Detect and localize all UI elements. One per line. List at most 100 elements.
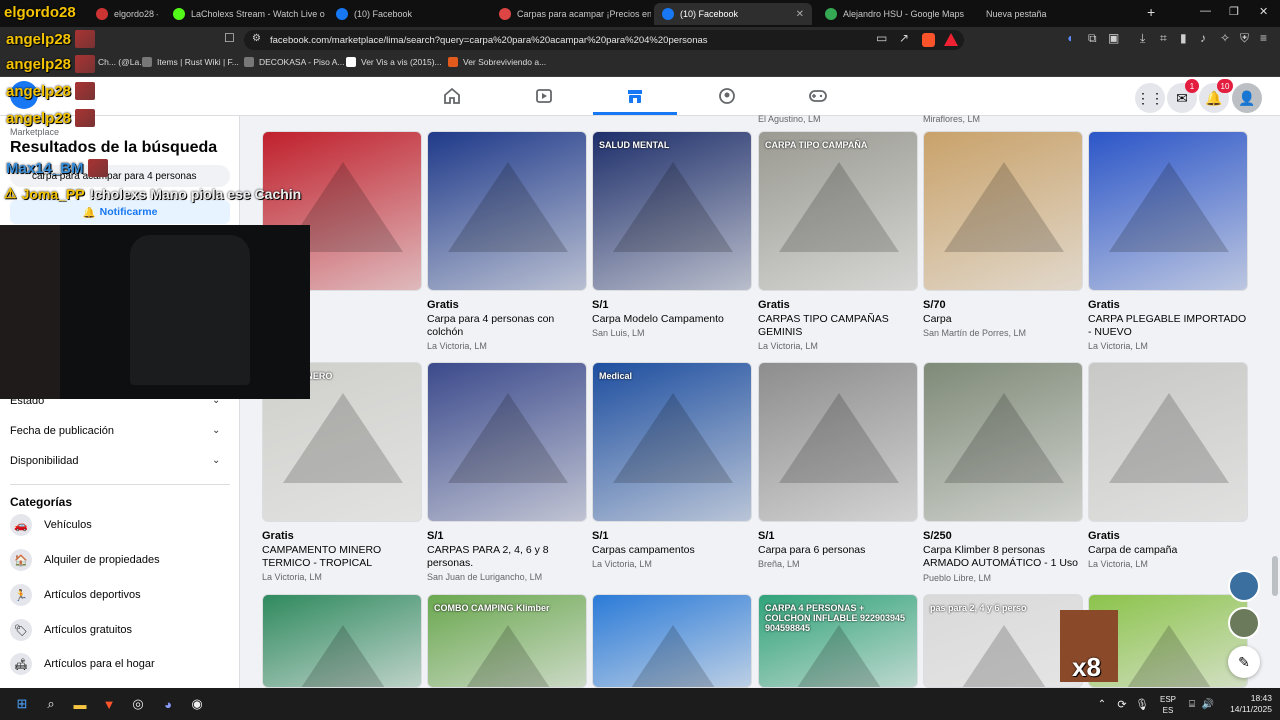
tab-kick-stream[interactable]: LaCholexs Stream - Watch Live on Ki (165, 3, 325, 25)
sidebar-toggle-icon[interactable]: ▮ (1180, 31, 1187, 45)
microphone-icon[interactable]: 🎙 (1132, 694, 1152, 714)
downloads-icon[interactable]: ⤓ (1140, 31, 1145, 46)
chat-head-avatar[interactable] (1228, 570, 1260, 602)
listing-card[interactable]: Gratis Carpa de campaña La Victoria, LM (1088, 362, 1248, 569)
tab-carpas[interactable]: Carpas para acampar ¡Precios en (491, 3, 651, 25)
listing-card[interactable]: S/1 CARPAS PARA 2, 4, 6 y 8 personas. San … (427, 362, 587, 582)
listing-image[interactable] (262, 594, 422, 688)
file-explorer-icon[interactable]: ▬ (70, 694, 90, 714)
windows-start-icon[interactable]: ⊞ (12, 694, 32, 714)
listing-title[interactable]: Carpas campamentos (592, 544, 752, 557)
filter-fecha[interactable]: Fecha de publicación (10, 425, 114, 437)
scrollbar[interactable] (1272, 556, 1278, 596)
new-message-icon[interactable]: ✎ (1228, 646, 1260, 678)
bookmark-icon[interactable]: ☐ (224, 31, 235, 45)
tab-facebook-1[interactable]: (10) Facebook (328, 3, 488, 25)
listing-title[interactable]: Carpa para 6 personas (758, 544, 918, 557)
audio-icon[interactable]: ◖ (1066, 31, 1073, 45)
share-icon[interactable]: ↗ (899, 31, 909, 45)
listing-image[interactable]: Medical (592, 362, 752, 522)
listing-image[interactable] (923, 362, 1083, 522)
nav-groups-icon[interactable] (715, 85, 739, 107)
nav-gaming-icon[interactable] (806, 85, 830, 107)
menu-grid-icon[interactable]: ⋮⋮ (1135, 83, 1165, 113)
listing-card[interactable]: S/250 Carpa Klimber 8 personas ARMADO AUT… (923, 362, 1083, 583)
minimize-icon[interactable]: — (1200, 5, 1211, 17)
wallet-icon[interactable]: ▣ (1108, 31, 1119, 45)
tab-new[interactable]: Nueva pestaña (978, 3, 1128, 25)
bookmark-item[interactable]: DECOKASA - Piso A... (244, 57, 345, 67)
brave-browser-icon[interactable]: ▼ (99, 694, 119, 714)
listing-card[interactable] (262, 594, 422, 688)
sync-icon[interactable]: ⟳ (1112, 694, 1132, 714)
listing-title[interactable]: Carpa (923, 313, 1083, 326)
listing-image[interactable] (427, 131, 587, 291)
cast-icon[interactable]: ▭ (876, 31, 887, 45)
tray-chevron-icon[interactable]: ⌃ (1092, 694, 1112, 714)
listing-card[interactable]: S/1 Carpa para 6 personas Breña, LM (758, 362, 918, 569)
listing-image[interactable] (1088, 362, 1248, 522)
vpn-icon[interactable]: ⛨ (1240, 31, 1249, 46)
obs-icon[interactable]: ◎ (128, 694, 148, 714)
discord-icon[interactable]: ◕ (158, 694, 178, 714)
listing-title[interactable]: Carpa Klimber 8 personas ARMADO AUTOMÁTI… (923, 544, 1083, 571)
language-indicator[interactable]: ESP ES (1160, 694, 1176, 716)
search-icon[interactable]: ⌕ (41, 694, 61, 714)
menu-icon[interactable]: ≡ (1260, 31, 1267, 45)
brave-shield-icon[interactable] (922, 33, 935, 47)
chevron-down-icon[interactable]: ⌄ (212, 425, 220, 436)
listing-image[interactable]: pas para 2, 4 y 6 perso (923, 594, 1083, 688)
category-alquiler[interactable]: 🏠 Alquiler de propiedades (10, 549, 160, 571)
maximize-icon[interactable]: ❐ (1229, 5, 1239, 18)
listing-title[interactable]: Carpa Modelo Campamento (592, 313, 752, 326)
listing-card[interactable]: CARPA TIPO CAMPAÑA Gratis CARPAS TIPO CAMP… (758, 131, 918, 351)
bookmark-item[interactable]: Items | Rust Wiki | F... (142, 57, 239, 67)
listing-image[interactable] (592, 594, 752, 688)
clock[interactable]: 18:43 14/11/2025 (1222, 693, 1272, 715)
filter-disponibilidad[interactable]: Disponibilidad (10, 455, 79, 467)
close-tab-icon[interactable]: ✕ (796, 9, 804, 20)
listing-card[interactable]: COMBO CAMPING Klimber (427, 594, 587, 688)
bookmark-item[interactable]: Ver Vis a vis (2015)... (346, 57, 442, 67)
brave-rewards-icon[interactable] (944, 33, 958, 46)
notify-button[interactable]: 🔔 Notificarme (10, 200, 230, 224)
volume-icon[interactable]: 🔊 (1198, 694, 1218, 714)
listing-card[interactable] (592, 594, 752, 688)
category-vehiculos[interactable]: 🚗 Vehículos (10, 514, 92, 536)
listing-title[interactable]: CARPA PLEGABLE IMPORTADO - NUEVO (1088, 313, 1248, 339)
category-gratuitos[interactable]: 🏷 Artículos gratuitos (10, 619, 132, 641)
listing-card[interactable]: S/70 Carpa San Martín de Porres, LM (923, 131, 1083, 338)
tab-google-maps[interactable]: Alejandro HSU - Google Maps (817, 3, 977, 25)
chat-head-avatar[interactable] (1228, 607, 1260, 639)
listing-card[interactable]: Medical S/1 Carpas campamentos La Victoria,… (592, 362, 752, 569)
listing-card[interactable]: Gratis CARPA PLEGABLE IMPORTADO - NUEVO La… (1088, 131, 1248, 351)
tab-facebook-active[interactable]: (10) Facebook ✕ (654, 3, 812, 25)
steam-icon[interactable]: ◉ (187, 694, 207, 714)
nav-marketplace-icon[interactable] (623, 85, 647, 107)
media-icon[interactable]: ♪ (1200, 31, 1206, 45)
listing-card[interactable]: Gratis Carpa para 4 personas con colchón L… (427, 131, 587, 351)
close-window-icon[interactable]: ✕ (1259, 5, 1268, 18)
listing-card[interactable]: pas para 2, 4 y 6 perso (923, 594, 1083, 688)
listing-title[interactable]: CARPAS TIPO CAMPAÑAS GEMINIS (758, 313, 918, 339)
listing-card[interactable]: CARPA 4 PERSONAS + COLCHON INFLABLE 9229… (758, 594, 918, 688)
bookmark-item[interactable]: Ch... (@La... (98, 57, 146, 67)
listing-image[interactable]: CARPA TIPO CAMPAÑA (758, 131, 918, 291)
listing-title[interactable]: Carpa de campaña (1088, 544, 1248, 557)
listing-image[interactable] (427, 362, 587, 522)
listing-image[interactable] (1088, 131, 1248, 291)
crop-icon[interactable]: ⌗ (1160, 31, 1167, 46)
nav-video-icon[interactable] (532, 85, 556, 107)
listing-image[interactable] (758, 362, 918, 522)
listing-image[interactable] (923, 131, 1083, 291)
chevron-down-icon[interactable]: ⌄ (212, 455, 220, 466)
listing-image[interactable]: CARPA 4 PERSONAS + COLCHON INFLABLE 9229… (758, 594, 918, 688)
breadcrumb[interactable]: Marketplace (10, 127, 59, 137)
avatar[interactable]: 👤 (1232, 83, 1262, 113)
category-hogar[interactable]: 🛋 Artículos para el hogar (10, 653, 155, 675)
url-field[interactable]: facebook.com/marketplace/lima/search?que… (244, 30, 964, 50)
leo-ai-icon[interactable]: ✧ (1220, 31, 1230, 45)
tab-kick-1[interactable]: elgordo28 — CORA (88, 3, 158, 25)
extensions-icon[interactable]: ⧉ (1088, 31, 1097, 46)
category-deportivos[interactable]: 🏃 Artículos deportivos (10, 584, 141, 606)
